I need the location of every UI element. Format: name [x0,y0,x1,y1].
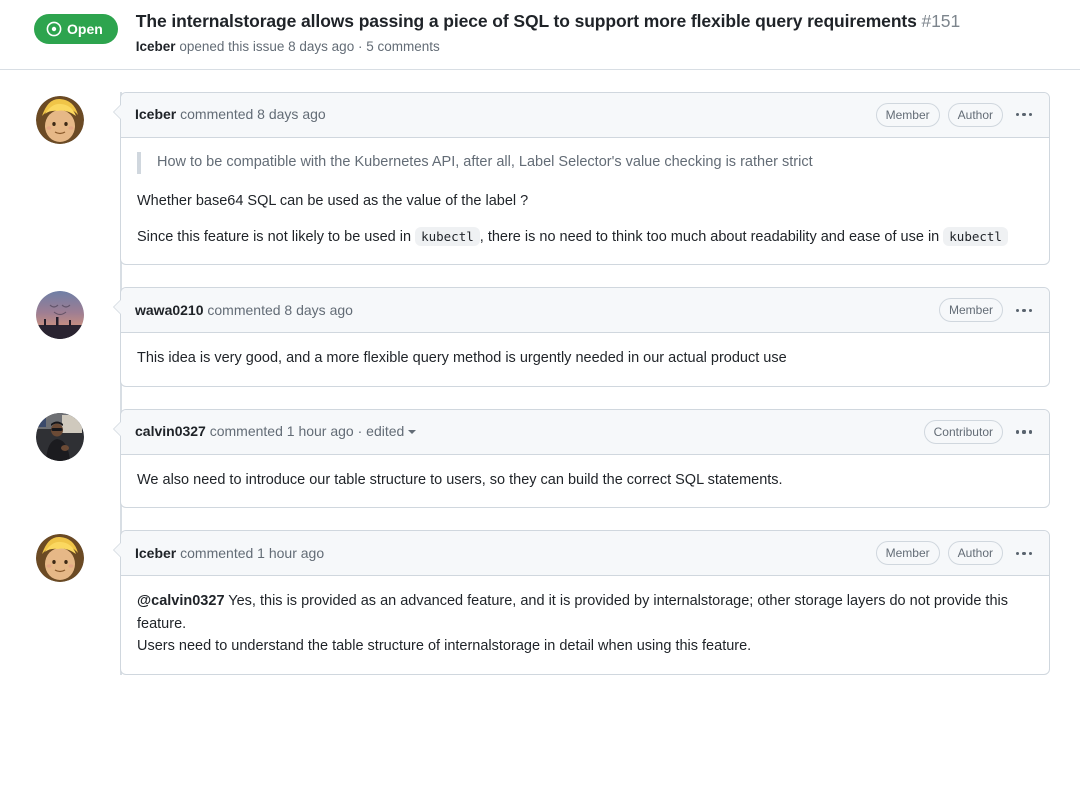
avatar[interactable] [36,291,84,340]
issue-meta: Iceber opened this issue 8 days ago · 5 … [136,38,960,57]
issue-header-text: The internalstorage allows passing a pie… [136,10,960,57]
avatar[interactable] [36,534,84,583]
comment-box: calvin0327 commented 1 hour ago · edited… [113,408,1050,509]
comment-body: @calvin0327 Yes, this is provided as an … [121,576,1049,673]
role-badge-member: Member [875,102,940,127]
comment-header: wawa0210 commented 8 days ago Member [121,288,1049,334]
inline-code-kubectl: kubectl [415,226,480,246]
comment-header-actions: Member Author [875,541,1035,566]
comment-author-line: Iceber commented 1 hour ago [135,544,324,564]
comment-timestamp: commented 1 hour ago [180,544,325,561]
mention-rest-text: Yes, this is provided as an advanced fea… [137,593,1008,632]
comment-paragraph-mention: @calvin0327 Yes, this is provided as an … [137,590,1033,657]
comment-paragraph: Users need to understand the table struc… [137,638,752,655]
comment-header-actions: Member Author [875,102,1035,127]
page-title: The internalstorage allows passing a pie… [136,11,960,33]
comment-box: Iceber commented 1 hour ago Member Autho… [113,530,1050,675]
status-badge: Open [34,14,118,44]
comment-timestamp: commented 1 hour ago · edited [209,423,405,440]
text-before-code: Since this feature is not likely to be u… [137,228,416,245]
role-badge-member: Member [875,541,940,566]
comment-header-actions: Member [938,298,1035,323]
issue-header: Open The internalstorage allows passing … [0,0,1080,70]
comment-author-link[interactable]: Iceber [135,106,176,122]
role-badge-contributor: Contributor [923,419,1003,444]
comment-body: We also need to introduce our table stru… [121,455,1049,507]
comment-author-link[interactable]: calvin0327 [135,423,206,439]
issue-author-link[interactable]: Iceber [136,39,176,54]
comment-header: Iceber commented 8 days ago Member Autho… [121,92,1049,138]
comment-item: Iceber commented 8 days ago Member Autho… [0,91,1064,266]
comment-header: calvin0327 commented 1 hour ago · edited… [121,409,1049,455]
comment-header: Iceber commented 1 hour ago Member Autho… [121,531,1049,577]
kebab-menu-icon[interactable] [1013,423,1035,441]
comment-author-line: wawa0210 commented 8 days ago [135,301,353,321]
comment-author-link[interactable]: Iceber [135,545,176,561]
chevron-down-icon[interactable] [408,430,417,435]
status-badge-label: Open [67,21,103,37]
comment-paragraph: This idea is very good, and a more flexi… [137,350,787,367]
comment-timestamp: commented 8 days ago [180,105,326,122]
role-badge-member: Member [938,298,1003,323]
avatar[interactable] [36,412,84,461]
comment-paragraph: We also need to introduce our table stru… [137,471,783,488]
kebab-menu-icon[interactable] [1013,301,1035,319]
comment-timeline: Iceber commented 8 days ago Member Autho… [0,91,1080,675]
issue-page: Open The internalstorage allows passing … [0,0,1080,790]
issue-opened-icon [46,21,62,37]
comment-author-line: calvin0327 commented 1 hour ago · edited [135,422,417,442]
role-badge-author: Author [947,541,1003,566]
kebab-menu-icon[interactable] [1013,106,1035,124]
role-badge-author: Author [947,102,1003,127]
comment-timestamp: commented 8 days ago [207,301,353,318]
comment-paragraph-code: Since this feature is not likely to be u… [137,226,1033,248]
comment-author-line: Iceber commented 8 days ago [135,105,326,125]
blockquote: How to be compatible with the Kubernetes… [137,151,1033,174]
inline-code-kubectl-2: kubectl [943,226,1008,246]
comment-body: How to be compatible with the Kubernetes… [121,138,1049,265]
comment-item: wawa0210 commented 8 days ago Member Thi… [0,287,1064,387]
comment-author-link[interactable]: wawa0210 [135,302,204,318]
comment-body: This idea is very good, and a more flexi… [121,333,1049,385]
issue-number: #151 [921,11,961,31]
comment-header-actions: Contributor [923,419,1035,444]
issue-meta-text: opened this issue 8 days ago · 5 comment… [179,38,440,54]
comment-item: calvin0327 commented 1 hour ago · edited… [0,408,1064,509]
comment-box: Iceber commented 8 days ago Member Autho… [113,91,1050,266]
comment-paragraph: Whether base64 SQL can be used as the va… [137,192,529,209]
kebab-menu-icon[interactable] [1013,544,1035,562]
comment-box: wawa0210 commented 8 days ago Member Thi… [113,287,1050,387]
avatar[interactable] [36,95,84,144]
text-middle: , there is no need to think too much abo… [479,228,944,245]
comment-item: Iceber commented 1 hour ago Member Autho… [0,530,1064,675]
issue-title-text: The internalstorage allows passing a pie… [135,11,917,31]
user-mention-link[interactable]: @calvin0327 [137,593,225,609]
